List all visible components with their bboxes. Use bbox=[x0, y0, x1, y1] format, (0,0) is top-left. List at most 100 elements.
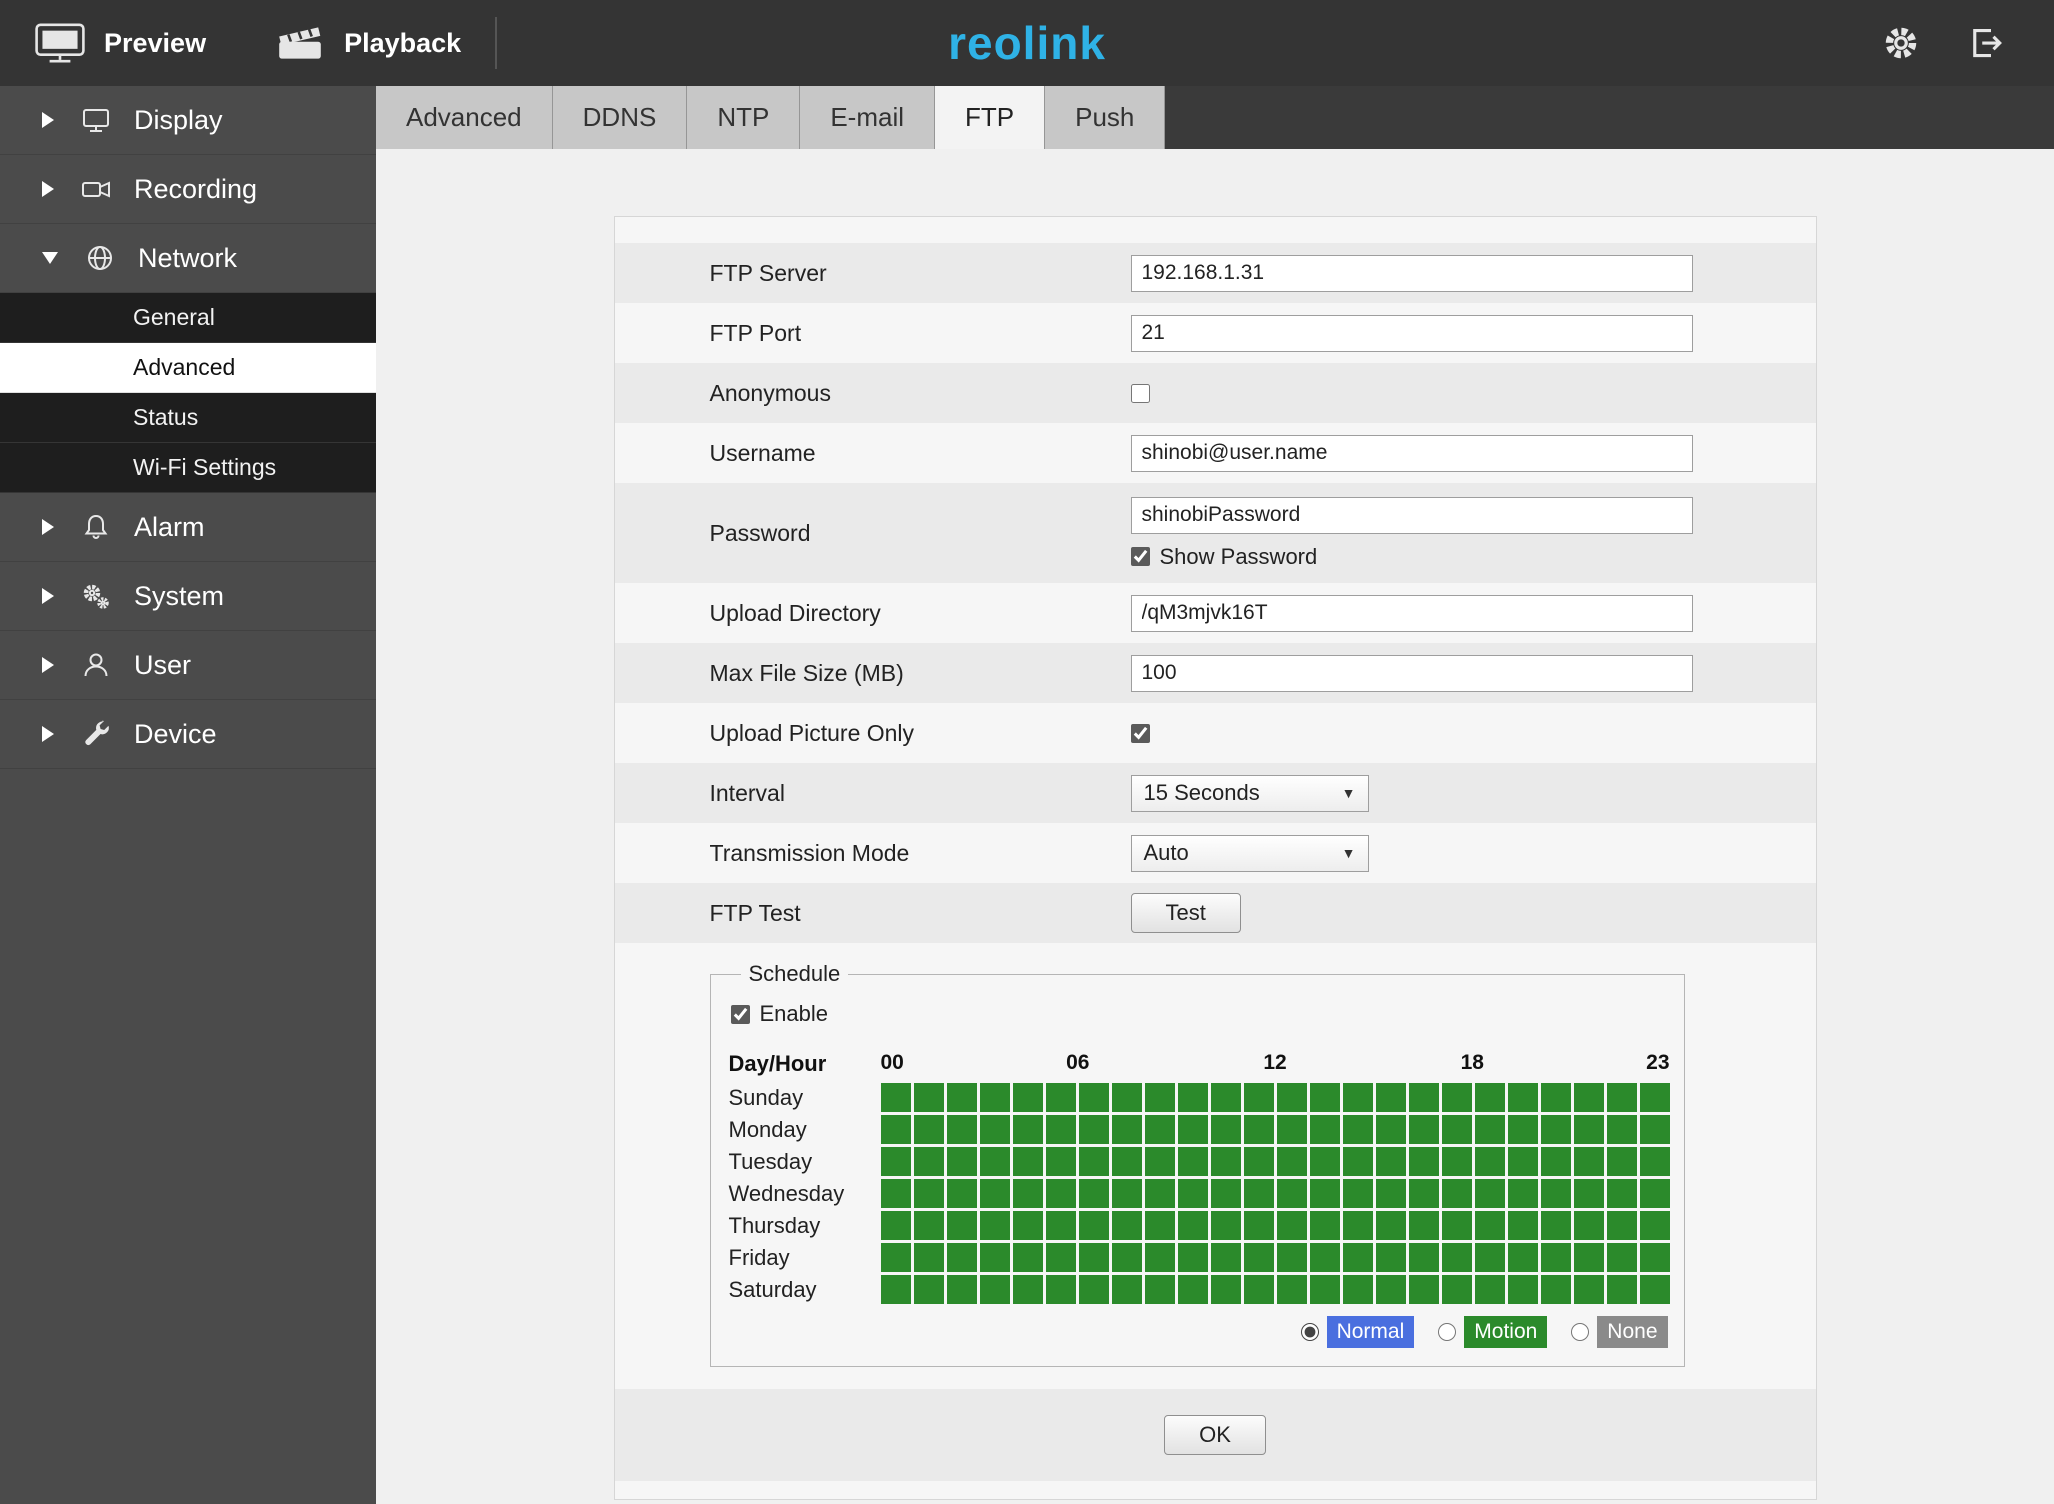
schedule-cell[interactable] bbox=[1276, 1115, 1307, 1144]
schedule-cell[interactable] bbox=[946, 1115, 977, 1144]
schedule-cell[interactable] bbox=[1243, 1147, 1274, 1176]
mode-radio-normal[interactable] bbox=[1300, 1323, 1319, 1341]
schedule-cell[interactable] bbox=[1474, 1147, 1505, 1176]
schedule-cell[interactable] bbox=[979, 1083, 1010, 1112]
schedule-cell[interactable] bbox=[1078, 1147, 1109, 1176]
schedule-cell[interactable] bbox=[1144, 1083, 1175, 1112]
tab-push[interactable]: Push bbox=[1045, 86, 1166, 149]
schedule-cell[interactable] bbox=[1474, 1243, 1505, 1272]
schedule-cell[interactable] bbox=[1111, 1179, 1142, 1208]
schedule-cell[interactable] bbox=[1342, 1147, 1373, 1176]
schedule-cell[interactable] bbox=[1441, 1115, 1472, 1144]
schedule-cell[interactable] bbox=[1573, 1083, 1604, 1112]
schedule-cell[interactable] bbox=[1276, 1147, 1307, 1176]
schedule-cell[interactable] bbox=[1045, 1115, 1076, 1144]
username-input[interactable] bbox=[1130, 434, 1693, 472]
schedule-cell[interactable] bbox=[1276, 1243, 1307, 1272]
schedule-cell[interactable] bbox=[1639, 1211, 1670, 1240]
schedule-cell[interactable] bbox=[880, 1115, 911, 1144]
schedule-cell[interactable] bbox=[880, 1275, 911, 1304]
schedule-cell[interactable] bbox=[1474, 1115, 1505, 1144]
schedule-cell[interactable] bbox=[913, 1243, 944, 1272]
schedule-cell[interactable] bbox=[1210, 1275, 1241, 1304]
sidebar-subitem-wifi-settings[interactable]: Wi-Fi Settings bbox=[0, 443, 376, 493]
schedule-cell[interactable] bbox=[1408, 1243, 1439, 1272]
schedule-cell[interactable] bbox=[1012, 1115, 1043, 1144]
schedule-cell[interactable] bbox=[1408, 1115, 1439, 1144]
schedule-cell[interactable] bbox=[1507, 1275, 1538, 1304]
sidebar-subitem-general[interactable]: General bbox=[0, 293, 376, 343]
schedule-cell[interactable] bbox=[1606, 1179, 1637, 1208]
schedule-cell[interactable] bbox=[1210, 1243, 1241, 1272]
schedule-cell[interactable] bbox=[1078, 1243, 1109, 1272]
schedule-cell[interactable] bbox=[1177, 1243, 1208, 1272]
schedule-cell[interactable] bbox=[1177, 1179, 1208, 1208]
schedule-cell[interactable] bbox=[1177, 1083, 1208, 1112]
schedule-cell[interactable] bbox=[1507, 1179, 1538, 1208]
schedule-cell[interactable] bbox=[1540, 1147, 1571, 1176]
schedule-cell[interactable] bbox=[979, 1147, 1010, 1176]
schedule-cell[interactable] bbox=[913, 1115, 944, 1144]
schedule-cell[interactable] bbox=[979, 1275, 1010, 1304]
schedule-cell[interactable] bbox=[1573, 1211, 1604, 1240]
schedule-cell[interactable] bbox=[1342, 1243, 1373, 1272]
schedule-cell[interactable] bbox=[1639, 1243, 1670, 1272]
mode-chip-none[interactable]: None bbox=[1597, 1316, 1668, 1348]
schedule-cell[interactable] bbox=[1045, 1211, 1076, 1240]
schedule-cell[interactable] bbox=[946, 1147, 977, 1176]
schedule-cell[interactable] bbox=[1375, 1275, 1406, 1304]
schedule-cell[interactable] bbox=[1441, 1147, 1472, 1176]
schedule-cell[interactable] bbox=[1111, 1115, 1142, 1144]
schedule-cell[interactable] bbox=[1243, 1179, 1274, 1208]
sidebar-item-user[interactable]: User bbox=[0, 631, 376, 700]
schedule-cell[interactable] bbox=[1606, 1147, 1637, 1176]
schedule-cell[interactable] bbox=[1243, 1083, 1274, 1112]
schedule-cell[interactable] bbox=[1342, 1275, 1373, 1304]
schedule-cell[interactable] bbox=[1276, 1083, 1307, 1112]
sidebar-item-network[interactable]: Network bbox=[0, 224, 376, 293]
schedule-cell[interactable] bbox=[1408, 1147, 1439, 1176]
schedule-cell[interactable] bbox=[1177, 1275, 1208, 1304]
upload-directory-input[interactable] bbox=[1130, 594, 1693, 632]
schedule-cell[interactable] bbox=[1474, 1275, 1505, 1304]
schedule-cell[interactable] bbox=[1540, 1083, 1571, 1112]
schedule-cell[interactable] bbox=[1309, 1275, 1340, 1304]
schedule-cell[interactable] bbox=[1012, 1179, 1043, 1208]
schedule-cell[interactable] bbox=[1507, 1243, 1538, 1272]
schedule-cell[interactable] bbox=[1408, 1083, 1439, 1112]
schedule-cell[interactable] bbox=[1309, 1083, 1340, 1112]
tab-email[interactable]: E-mail bbox=[800, 86, 935, 149]
schedule-cell[interactable] bbox=[1573, 1147, 1604, 1176]
schedule-cell[interactable] bbox=[1474, 1211, 1505, 1240]
schedule-cell[interactable] bbox=[1606, 1083, 1637, 1112]
schedule-cell[interactable] bbox=[1639, 1179, 1670, 1208]
schedule-cell[interactable] bbox=[1606, 1211, 1637, 1240]
schedule-cell[interactable] bbox=[979, 1243, 1010, 1272]
schedule-cell[interactable] bbox=[1441, 1275, 1472, 1304]
schedule-cell[interactable] bbox=[1012, 1275, 1043, 1304]
schedule-cell[interactable] bbox=[1045, 1243, 1076, 1272]
schedule-cell[interactable] bbox=[1309, 1115, 1340, 1144]
schedule-cell[interactable] bbox=[1639, 1115, 1670, 1144]
schedule-cell[interactable] bbox=[1507, 1147, 1538, 1176]
schedule-cell[interactable] bbox=[1045, 1083, 1076, 1112]
schedule-cell[interactable] bbox=[1408, 1275, 1439, 1304]
sidebar-item-device[interactable]: Device bbox=[0, 700, 376, 769]
schedule-cell[interactable] bbox=[1177, 1147, 1208, 1176]
schedule-cell[interactable] bbox=[1078, 1179, 1109, 1208]
schedule-cell[interactable] bbox=[1375, 1083, 1406, 1112]
schedule-cell[interactable] bbox=[1243, 1243, 1274, 1272]
schedule-cell[interactable] bbox=[1540, 1211, 1571, 1240]
mode-radio-none[interactable] bbox=[1571, 1323, 1590, 1341]
schedule-cell[interactable] bbox=[1012, 1243, 1043, 1272]
schedule-cell[interactable] bbox=[946, 1083, 977, 1112]
schedule-cell[interactable] bbox=[1408, 1211, 1439, 1240]
schedule-cell[interactable] bbox=[1474, 1083, 1505, 1112]
schedule-cell[interactable] bbox=[1540, 1179, 1571, 1208]
schedule-cell[interactable] bbox=[1441, 1243, 1472, 1272]
schedule-cell[interactable] bbox=[1639, 1147, 1670, 1176]
schedule-cell[interactable] bbox=[1342, 1211, 1373, 1240]
sidebar-item-system[interactable]: System bbox=[0, 562, 376, 631]
tab-ddns[interactable]: DDNS bbox=[552, 86, 688, 149]
preview-button[interactable]: Preview bbox=[0, 0, 240, 86]
